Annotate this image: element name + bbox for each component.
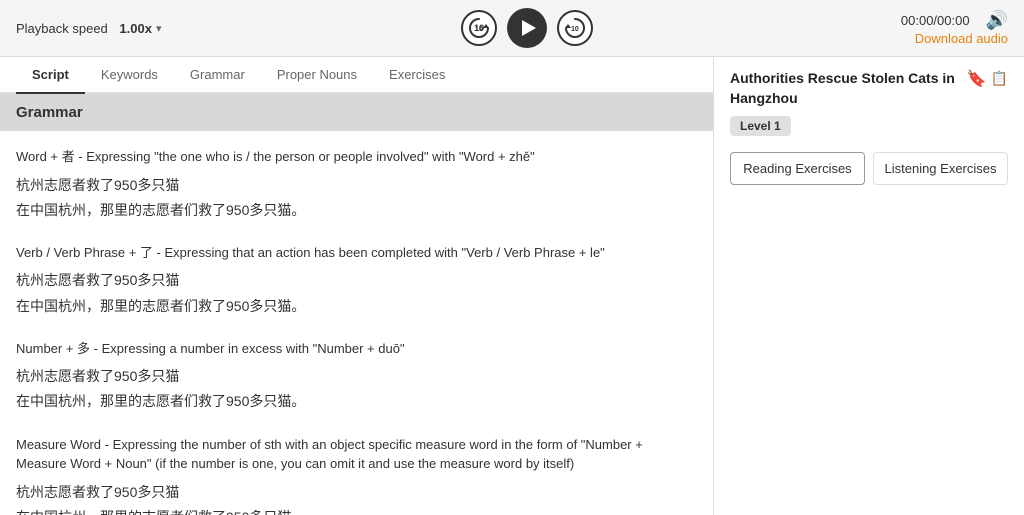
grammar-section-4: Measure Word - Expressing the number of … [16,435,697,515]
play-icon [522,20,536,36]
grammar-rule-4: Measure Word - Expressing the number of … [16,435,697,474]
reading-exercises-button[interactable]: Reading Exercises [730,152,865,185]
speed-dropdown[interactable]: ▾ [156,22,162,35]
rewind-button[interactable]: 10 10 [461,10,497,46]
svg-text:10: 10 [475,26,483,33]
tab-grammar[interactable]: Grammar [174,57,261,94]
article-title-area: Authorities Rescue Stolen Cats in Hangzh… [730,69,1008,108]
copy-icon[interactable]: 📋 [991,69,1008,91]
right-panel: Authorities Rescue Stolen Cats in Hangzh… [714,57,1024,515]
tab-proper-nouns[interactable]: Proper Nouns [261,57,373,94]
forward-button[interactable]: 10 [557,10,593,46]
grammar-section-2: Verb / Verb Phrase + 了 - Expressing that… [16,243,697,319]
chinese-text-1: 杭州志愿者救了950多只猫 在中国杭州，那里的志愿者们救了950多只猫。 [16,173,697,223]
download-link[interactable]: Download audio [915,31,1008,46]
time-volume-area: 00:00/00:00 🔊 Download audio [893,10,1008,46]
left-panel: Script Keywords Grammar Proper Nouns Exe… [0,57,714,515]
audio-bar: Playback speed 1.00x ▾ 10 10 10 00:00/ [0,0,1024,57]
chinese-text-4: 杭州志愿者救了950多只猫 在中国杭州，那里的志愿者们救了950多只猫。 这些猫… [16,480,697,515]
content-area: Grammar Word + 者 - Expressing "the one w… [0,94,713,515]
grammar-section-3: Number + 多 - Expressing a number in exce… [16,339,697,415]
article-title-text: Authorities Rescue Stolen Cats in Hangzh… [730,69,959,108]
playback-label: Playback speed [16,21,108,36]
audio-controls: 10 10 10 [461,8,593,48]
grammar-rule-3: Number + 多 - Expressing a number in exce… [16,339,697,359]
tabs: Script Keywords Grammar Proper Nouns Exe… [0,57,713,94]
playback-value: 1.00x [119,21,152,36]
grammar-rule-1: Word + 者 - Expressing "the one who is / … [16,147,697,167]
grammar-header: Grammar [0,94,713,131]
grammar-rule-2: Verb / Verb Phrase + 了 - Expressing that… [16,243,697,263]
svg-text:10: 10 [571,26,579,33]
chinese-text-2: 杭州志愿者救了950多只猫 在中国杭州，那里的志愿者们救了950多只猫。 [16,268,697,318]
time-display: 00:00/00:00 [901,13,970,28]
playback-speed: Playback speed 1.00x ▾ [16,21,161,36]
main-layout: Script Keywords Grammar Proper Nouns Exe… [0,57,1024,515]
grammar-section-1: Word + 者 - Expressing "the one who is / … [16,147,697,223]
tab-exercises[interactable]: Exercises [373,57,461,94]
play-button[interactable] [507,8,547,48]
title-icons: 🔖 📋 [967,69,1008,91]
volume-icon[interactable]: 🔊 [986,10,1008,31]
exercise-buttons: Reading Exercises Listening Exercises [730,152,1008,185]
listening-exercises-button[interactable]: Listening Exercises [873,152,1008,185]
level-badge: Level 1 [730,116,791,136]
tab-keywords[interactable]: Keywords [85,57,174,94]
chinese-text-3: 杭州志愿者救了950多只猫 在中国杭州，那里的志愿者们救了950多只猫。 [16,364,697,414]
tab-script[interactable]: Script [16,57,85,94]
bookmark-icon[interactable]: 🔖 [967,69,987,91]
